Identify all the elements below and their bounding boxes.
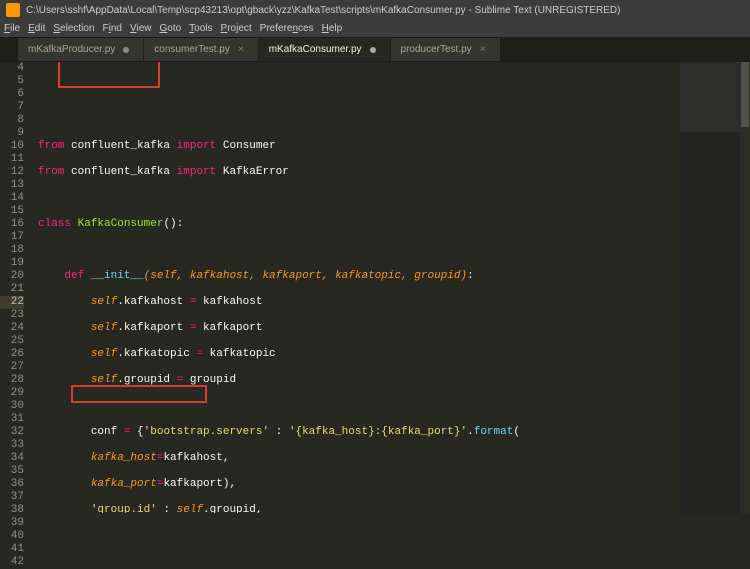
vertical-scrollbar[interactable]: [740, 62, 750, 513]
tab-label: mKafkaConsumer.py: [269, 44, 362, 55]
code-line: kafka_port=kafkaport),: [38, 478, 680, 491]
minimap[interactable]: [680, 62, 740, 513]
code-line: [38, 400, 680, 413]
menu-tools[interactable]: Tools: [189, 23, 212, 34]
dirty-dot-icon: [123, 47, 129, 53]
code-line: self.groupid = groupid: [38, 374, 680, 387]
code-line: self.kafkatopic = kafkatopic: [38, 348, 680, 361]
tab-producertest[interactable]: producerTest.py ×: [391, 38, 500, 61]
tab-bar: mKafkaProducer.py consumerTest.py × mKaf…: [0, 38, 750, 62]
highlight-confluent-kafka: [58, 62, 160, 88]
code-line: class KafkaConsumer():: [38, 218, 680, 231]
app-logo-icon: [6, 3, 20, 17]
dirty-dot-icon: [370, 47, 376, 53]
tab-mkafkaproducer[interactable]: mKafkaProducer.py: [18, 38, 143, 61]
tab-consumertest[interactable]: consumerTest.py ×: [144, 38, 257, 61]
menu-edit[interactable]: Edit: [28, 23, 45, 34]
code-line: from confluent_kafka import Consumer: [38, 140, 680, 153]
tab-label: producerTest.py: [401, 44, 472, 55]
menu-file[interactable]: File: [4, 23, 20, 34]
line-gutter: 4567891011121314151617181920212223242526…: [0, 62, 34, 513]
menu-project[interactable]: Project: [221, 23, 252, 34]
code-line: conf = {'bootstrap.servers' : '{kafka_ho…: [38, 426, 680, 439]
editor[interactable]: 4567891011121314151617181920212223242526…: [0, 62, 750, 513]
close-icon[interactable]: ×: [480, 44, 486, 55]
minimap-viewport[interactable]: [680, 62, 740, 132]
menu-bar: File Edit Selection Find View Goto Tools…: [0, 20, 750, 38]
menu-view[interactable]: View: [130, 23, 152, 34]
code-line: 'group.id' : self.groupid,: [38, 504, 680, 513]
tab-mkafkaconsumer[interactable]: mKafkaConsumer.py: [259, 38, 390, 61]
tab-label: mKafkaProducer.py: [28, 44, 115, 55]
window-titlebar: C:\Users\sshf\AppData\Local\Temp\scp4321…: [0, 0, 750, 20]
window-title: C:\Users\sshf\AppData\Local\Temp\scp4321…: [26, 5, 621, 16]
code-line: from confluent_kafka import KafkaError: [38, 166, 680, 179]
tab-label: consumerTest.py: [154, 44, 230, 55]
menu-preferences[interactable]: Preferences: [260, 23, 314, 34]
close-icon[interactable]: ×: [238, 44, 244, 55]
code-line: def __init__(self, kafkahost, kafkaport,…: [38, 270, 680, 283]
code-line: kafka_host=kafkahost,: [38, 452, 680, 465]
code-line: self.kafkahost = kafkahost: [38, 296, 680, 309]
menu-selection[interactable]: Selection: [53, 23, 94, 34]
code-line: self.kafkaport = kafkaport: [38, 322, 680, 335]
menu-goto[interactable]: Goto: [159, 23, 181, 34]
code-line: [38, 192, 680, 205]
code-line: [38, 244, 680, 257]
menu-help[interactable]: Help: [322, 23, 343, 34]
code-area[interactable]: from confluent_kafka import Consumer fro…: [34, 62, 680, 513]
scrollbar-thumb[interactable]: [741, 62, 749, 127]
menu-find[interactable]: Find: [103, 23, 122, 34]
